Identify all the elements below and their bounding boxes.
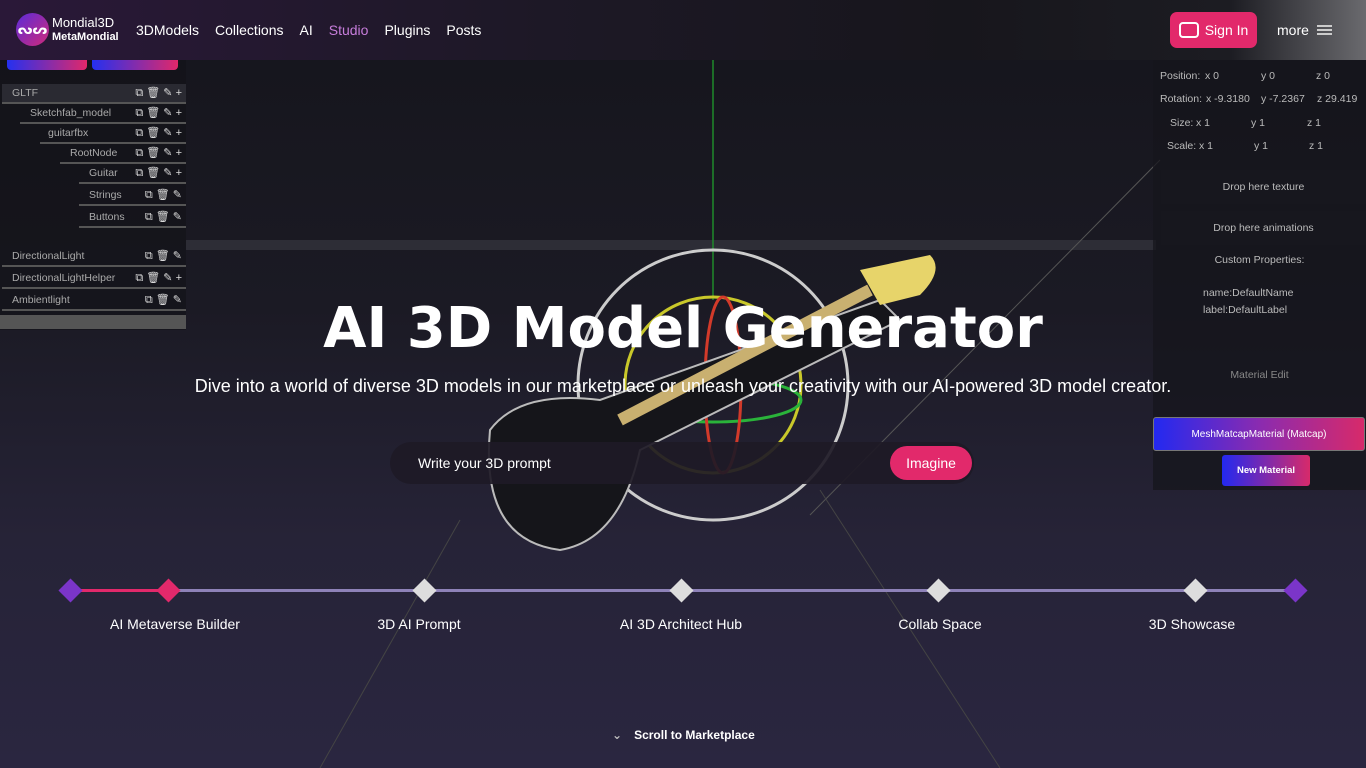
wallet-icon	[1178, 22, 1199, 38]
chevron-down-icon: ⌄	[612, 728, 623, 742]
timeline-step-label[interactable]: AI Metaverse Builder	[110, 616, 240, 632]
size-y[interactable]: y 1	[1251, 117, 1265, 129]
size-z[interactable]: z 1	[1307, 117, 1321, 129]
position-y[interactable]: y 0	[1261, 70, 1275, 82]
sign-in-label: Sign In	[1204, 22, 1249, 38]
imagine-button[interactable]: Imagine	[890, 446, 972, 480]
nav-plugins[interactable]: Plugins	[384, 22, 430, 38]
node-actions[interactable]: ⧉ 🗑 ✎ +	[135, 271, 182, 285]
position-z[interactable]: z 0	[1316, 70, 1330, 82]
tree-node[interactable]: DirectionalLightHelper ⧉ 🗑 ✎ +	[2, 269, 186, 289]
tree-node[interactable]: Strings ⧉ 🗑 ✎	[79, 186, 186, 206]
gradient-button[interactable]	[92, 60, 178, 70]
drop-texture-zone[interactable]: Drop here texture	[1161, 170, 1366, 204]
node-label: Buttons	[89, 211, 125, 223]
more-label: more	[1277, 22, 1309, 38]
node-actions[interactable]: ⧉ 🗑 ✎	[145, 188, 182, 202]
prompt-input[interactable]: Write your 3D prompt Imagine	[390, 442, 974, 484]
timeline-progress	[70, 589, 168, 592]
node-actions[interactable]: ⧉ 🗑 ✎ +	[135, 106, 182, 120]
top-nav: ᔓᔕ Mondial3D MetaMondial 3DModels Collect…	[0, 0, 1366, 60]
node-label: Guitar	[89, 167, 118, 179]
node-actions[interactable]: ⧉ 🗑 ✎ +	[135, 166, 182, 180]
brand-name: Mondial3D	[52, 15, 115, 30]
rotation-z[interactable]: z 29.419	[1317, 93, 1357, 105]
tree-node[interactable]: Sketchfab_model ⧉ 🗑 ✎ +	[20, 104, 186, 124]
label: Size:	[1170, 117, 1194, 129]
node-label: DirectionalLight	[12, 250, 85, 262]
timeline-step-label[interactable]: 3D AI Prompt	[377, 616, 460, 632]
scale-x[interactable]: x 1	[1199, 140, 1213, 152]
new-material-button[interactable]: New Material	[1222, 455, 1310, 486]
tree-node[interactable]: Guitar ⧉ 🗑 ✎ +	[79, 164, 186, 184]
sign-in-button[interactable]: Sign In	[1170, 12, 1257, 48]
hamburger-icon	[1316, 25, 1332, 35]
timeline-step-label[interactable]: Collab Space	[898, 616, 981, 632]
tree-node[interactable]: DirectionalLight ⧉ 🗑 ✎	[2, 247, 186, 267]
scroll-label: Scroll to Marketplace	[634, 728, 755, 742]
tree-node[interactable]: RootNode ⧉ 🗑 ✎ +	[60, 144, 186, 164]
brand[interactable]: Mondial3D MetaMondial	[52, 15, 119, 45]
rotation-row: Rotation: x -9.3180 y -7.2367 z 29.419	[1153, 93, 1366, 111]
node-actions[interactable]: ⧉ 🗑 ✎ +	[135, 146, 182, 160]
tree-node[interactable]: Buttons ⧉ 🗑 ✎	[79, 208, 186, 228]
label: Rotation:	[1160, 93, 1203, 105]
tree-node[interactable]: guitarfbx ⧉ 🗑 ✎ +	[40, 124, 186, 144]
node-label: DirectionalLightHelper	[12, 272, 116, 284]
nav-studio[interactable]: Studio	[329, 22, 369, 38]
size-row: Size: x 1 y 1 z 1	[1153, 117, 1366, 135]
material-select[interactable]: MeshMatcapMaterial (Matcap)	[1153, 417, 1365, 451]
position-row: Position: x 0 y 0 z 0	[1153, 70, 1366, 88]
label: Scale:	[1167, 140, 1197, 152]
rotation-y[interactable]: y -7.2367	[1261, 93, 1305, 105]
timeline-step-label[interactable]: 3D Showcase	[1149, 616, 1235, 632]
gradient-button[interactable]	[7, 60, 87, 70]
more-menu-button[interactable]: more	[1277, 22, 1332, 38]
scale-row: Scale: x 1 y 1 z 1	[1153, 140, 1366, 158]
scroll-to-marketplace[interactable]: ⌄ Scroll to Marketplace	[612, 728, 755, 742]
nav-ai[interactable]: AI	[300, 22, 313, 38]
prompt-placeholder: Write your 3D prompt	[418, 455, 551, 471]
position-x[interactable]: x 0	[1205, 70, 1219, 82]
hero-title: AI 3D Model Generator	[323, 296, 1043, 361]
node-actions[interactable]: ⧉ 🗑 ✎ +	[135, 126, 182, 140]
node-label: RootNode	[70, 147, 118, 159]
timeline-step-label[interactable]: AI 3D Architect Hub	[620, 616, 742, 632]
node-label: guitarfbx	[48, 127, 89, 139]
nav-collections[interactable]: Collections	[215, 22, 283, 38]
node-label: Sketchfab_model	[30, 107, 112, 119]
drop-animations-zone[interactable]: Drop here animations	[1161, 211, 1366, 245]
nav-3dmodels[interactable]: 3DModels	[136, 22, 199, 38]
node-label: Strings	[89, 189, 122, 201]
main-menu: 3DModels Collections AI Studio Plugins P…	[136, 22, 481, 38]
logo-icon[interactable]: ᔓᔕ	[16, 13, 49, 46]
hero-subtitle: Dive into a world of diverse 3D models i…	[194, 376, 1172, 396]
node-actions[interactable]: ⧉ 🗑 ✎ +	[135, 86, 182, 100]
label: Position:	[1160, 70, 1201, 82]
custom-properties-title: Custom Properties:	[1214, 254, 1305, 266]
node-actions[interactable]: ⧉ 🗑 ✎	[145, 249, 182, 263]
nav-posts[interactable]: Posts	[446, 22, 481, 38]
scale-y[interactable]: y 1	[1254, 140, 1268, 152]
node-actions[interactable]: ⧉ 🗑 ✎	[145, 210, 182, 224]
tree-node-gltf[interactable]: GLTF ⧉ 🗑 ✎ +	[2, 84, 186, 104]
scene-tree-panel: GLTF ⧉ 🗑 ✎ + Sketchfab_model ⧉ 🗑 ✎ + guita…	[0, 60, 186, 330]
scale-z[interactable]: z 1	[1309, 140, 1323, 152]
node-label: GLTF	[12, 87, 39, 99]
size-x[interactable]: x 1	[1196, 117, 1210, 129]
rotation-x[interactable]: x -9.3180	[1206, 93, 1250, 105]
brand-sub: MetaMondial	[52, 31, 119, 43]
